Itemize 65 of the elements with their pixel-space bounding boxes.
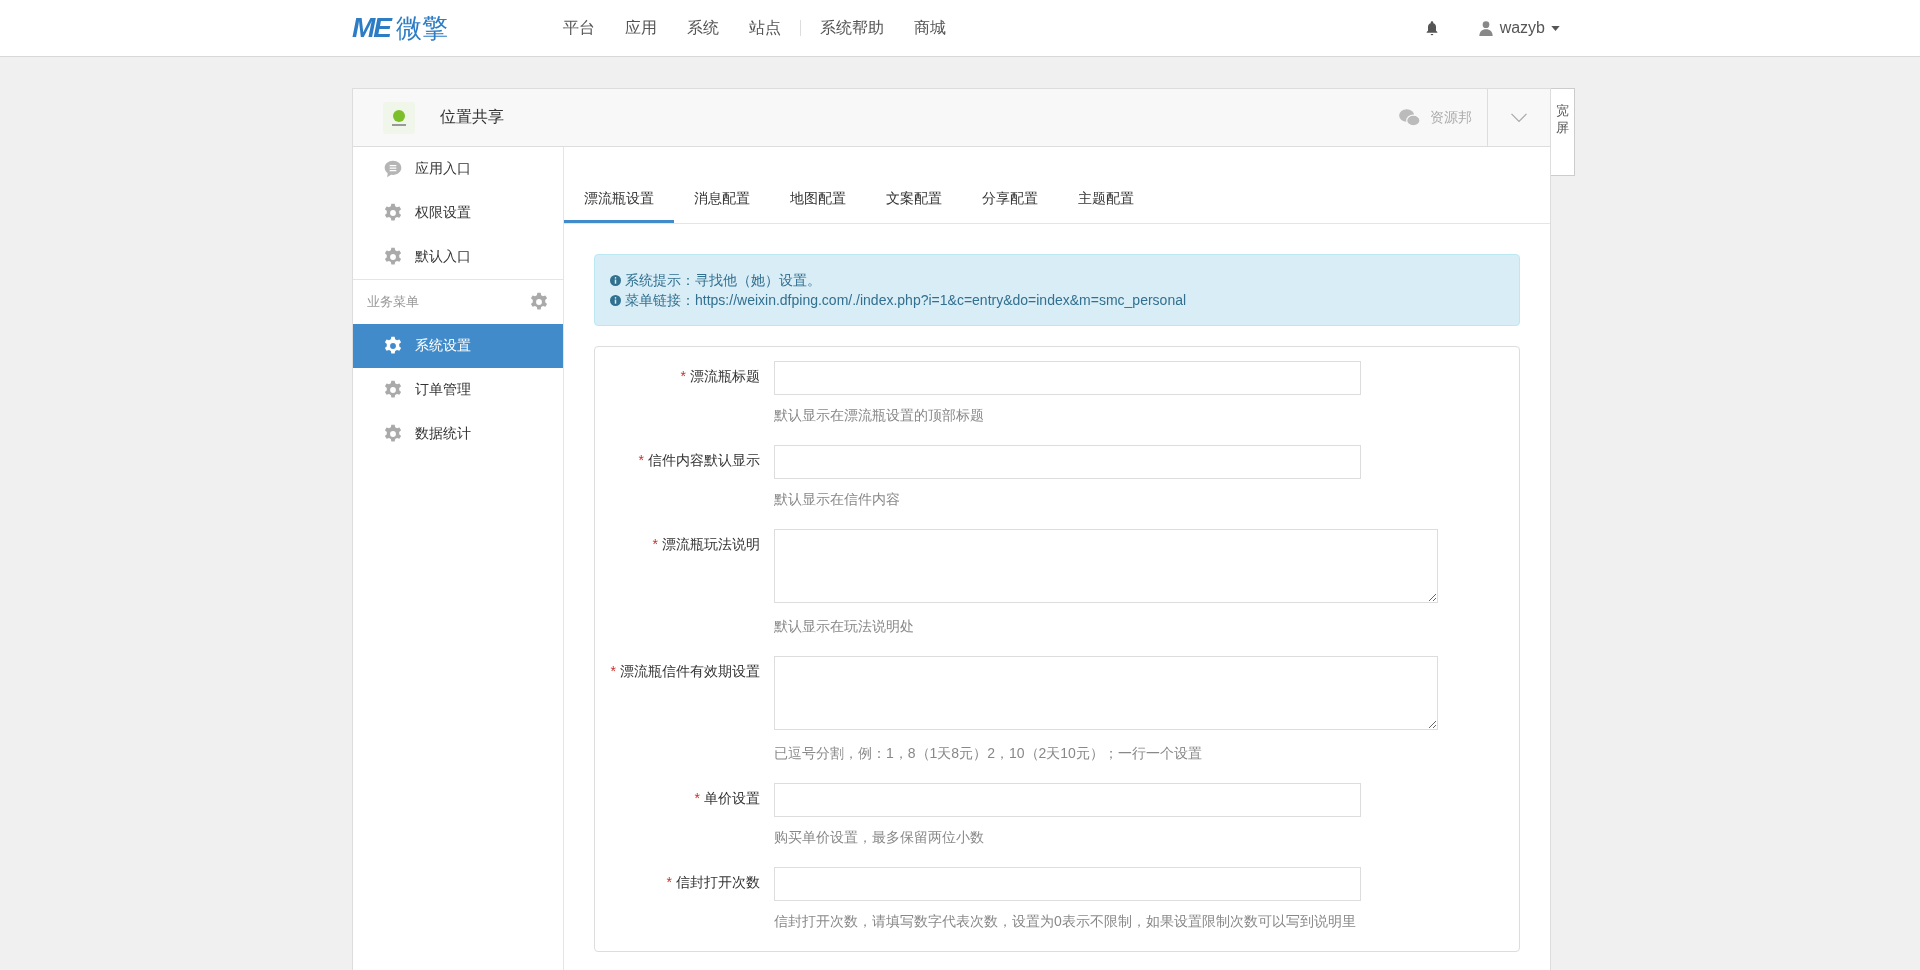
sidebar-item[interactable]: 系统设置 xyxy=(353,324,563,368)
sidebar-item[interactable]: 数据统计 xyxy=(353,412,563,456)
field-label: 单价设置 xyxy=(704,790,760,806)
field-label: 漂流瓶标题 xyxy=(690,368,760,384)
help-text: 已逗号分割，例：1，8（1天8元）2，10（2天10元）；一行一个设置 xyxy=(774,745,1203,763)
required-mark: * xyxy=(666,874,672,890)
text-area[interactable] xyxy=(774,656,1438,730)
input-field[interactable] xyxy=(774,783,1361,817)
sidebar-item[interactable]: 应用入口 xyxy=(353,147,563,191)
chat-icon xyxy=(383,159,403,179)
app-logo-icon xyxy=(383,101,415,134)
user-icon xyxy=(1477,19,1494,37)
logo-mark: ME xyxy=(352,12,390,44)
gear-icon xyxy=(383,380,403,400)
nav-link[interactable]: 商城 xyxy=(899,17,961,39)
help-text: 默认显示在漂流瓶设置的顶部标题 xyxy=(774,407,985,425)
help-text: 信封打开次数，请填写数字代表次数，设置为0表示不限制，如果设置限制次数可以写到说明里 xyxy=(774,913,1357,931)
sidebar-item[interactable]: 权限设置 xyxy=(353,191,563,235)
help-text: 购买单价设置，最多保留两位小数 xyxy=(774,829,985,847)
gear-icon xyxy=(383,336,403,356)
tab[interactable]: 主题配置 xyxy=(1058,177,1154,223)
nav-link[interactable]: 应用 xyxy=(610,17,672,39)
sidebar-item[interactable]: 订单管理 xyxy=(353,368,563,412)
nav-link[interactable]: 系统 xyxy=(672,17,734,39)
app-title: 位置共享 xyxy=(440,107,505,127)
info-icon xyxy=(610,274,621,286)
text-area[interactable] xyxy=(774,529,1438,603)
gear-icon xyxy=(383,203,403,223)
sidebar-item[interactable]: 默认入口 xyxy=(353,235,563,279)
input-field[interactable] xyxy=(774,361,1361,395)
nav-link[interactable]: 系统帮助 xyxy=(805,17,899,39)
gear-icon xyxy=(383,247,403,267)
tab[interactable]: 分享配置 xyxy=(962,177,1058,223)
caret-icon[interactable] xyxy=(1551,25,1560,31)
required-mark: * xyxy=(694,790,700,806)
required-mark: * xyxy=(610,663,616,679)
input-field[interactable] xyxy=(774,867,1361,901)
logo-text: 微擎 xyxy=(396,11,448,45)
tab[interactable]: 消息配置 xyxy=(674,177,770,223)
wechat-icon xyxy=(1398,107,1422,128)
required-mark: * xyxy=(680,368,686,384)
chevron-down-icon[interactable] xyxy=(1510,112,1528,123)
nav-link[interactable]: 平台 xyxy=(548,17,610,39)
required-mark: * xyxy=(638,452,644,468)
nav-link[interactable]: 站点 xyxy=(734,17,796,39)
field-label: 信件内容默认显示 xyxy=(648,452,760,468)
required-mark: * xyxy=(652,536,658,552)
notice-text: 系统提示：寻找他（她）设置。 xyxy=(625,271,821,290)
wide-screen-button[interactable]: 宽屏 xyxy=(1551,88,1575,176)
input-field[interactable] xyxy=(774,445,1361,479)
notice-text: 菜单链接：https://weixin.dfping.com/./index.php?i=1&c=entry&do=index&m=smc_personal xyxy=(625,291,1187,310)
account-name: 资源邦 xyxy=(1430,108,1472,127)
info-icon xyxy=(610,294,621,306)
section-title: 业务菜单 xyxy=(367,293,419,311)
tab[interactable]: 文案配置 xyxy=(866,177,962,223)
field-label: 漂流瓶信件有效期设置 xyxy=(620,663,760,679)
username[interactable]: wazyb xyxy=(1499,19,1545,37)
help-text: 默认显示在信件内容 xyxy=(774,491,901,509)
tab[interactable]: 漂流瓶设置 xyxy=(564,177,674,223)
tab[interactable]: 地图配置 xyxy=(770,177,866,223)
field-label: 信封打开次数 xyxy=(676,874,760,890)
help-text: 默认显示在玩法说明处 xyxy=(774,618,915,636)
field-label: 漂流瓶玩法说明 xyxy=(662,536,760,552)
gear-icon xyxy=(529,292,549,312)
gear-icon xyxy=(383,424,403,444)
